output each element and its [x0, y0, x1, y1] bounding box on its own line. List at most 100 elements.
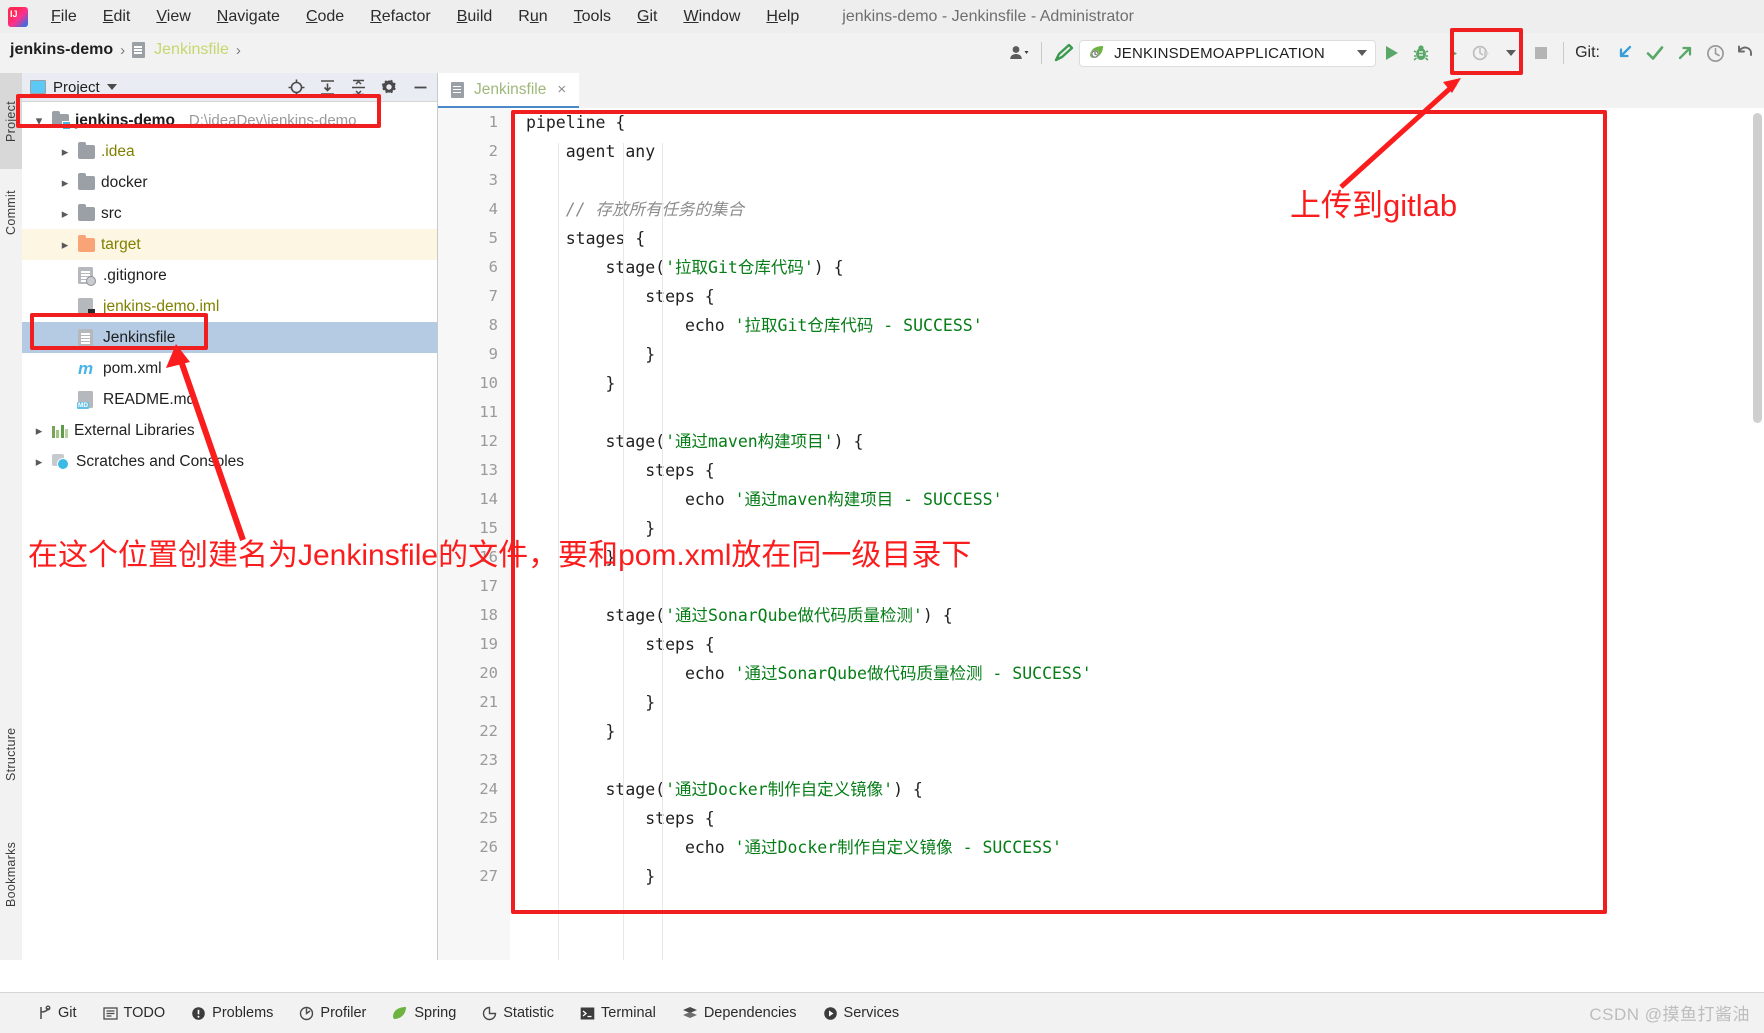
text-file-icon: [451, 81, 464, 98]
status-item-profiler[interactable]: Profiler: [286, 1001, 379, 1025]
menu-item-window[interactable]: Window: [670, 5, 753, 29]
menu-item-navigate[interactable]: Navigate: [204, 5, 293, 29]
sidebar-item-commit[interactable]: Commit: [0, 163, 22, 263]
folder-icon: [78, 141, 95, 159]
git-update-project-button[interactable]: [1610, 38, 1640, 68]
run-configuration-selector[interactable]: JENKINSDEMOAPPLICATION: [1079, 39, 1377, 67]
tree-row-external-libraries[interactable]: ▸ External Libraries: [22, 415, 437, 446]
tree-label-jenkins-demo-iml: jenkins-demo.iml: [103, 297, 220, 315]
gear-icon[interactable]: [380, 78, 398, 96]
menu-item-tools[interactable]: Tools: [561, 5, 624, 29]
collapse-all-icon[interactable]: [349, 78, 367, 96]
menu-item-run[interactable]: Run: [505, 5, 560, 29]
status-item-problems[interactable]: Problems: [178, 1001, 286, 1025]
status-item-todo[interactable]: TODO: [90, 1001, 179, 1025]
sidebar-item-structure[interactable]: Structure: [0, 698, 22, 810]
undo-icon[interactable]: [1730, 38, 1760, 68]
status-item-terminal-label: Terminal: [601, 1005, 656, 1021]
status-item-services[interactable]: Services: [810, 1001, 913, 1025]
chevron-right-icon[interactable]: ▸: [58, 175, 72, 191]
minimize-icon[interactable]: [411, 78, 429, 96]
line-number: 24: [479, 780, 498, 798]
project-tool-window: Project ▾ jenkins-demo D:\ideaDev\jenkin…: [22, 73, 438, 960]
expand-all-icon[interactable]: [318, 78, 336, 96]
tree-row-iml[interactable]: jenkins-demo.iml: [22, 291, 437, 322]
chevron-down-icon[interactable]: [106, 84, 117, 90]
code-line: agent any: [526, 142, 656, 161]
status-item-spring[interactable]: Spring: [379, 1001, 469, 1025]
code-line: echo '拉取Git仓库代码 - SUCCESS': [526, 316, 983, 335]
locate-icon[interactable]: [287, 78, 305, 96]
tree-row-scratches[interactable]: ▸ Scratches and Consoles: [22, 446, 437, 477]
chevron-right-icon[interactable]: ▸: [58, 237, 72, 253]
text-file-icon: [78, 329, 93, 346]
stop-button[interactable]: [1526, 38, 1556, 68]
tree-row-readme[interactable]: README.md: [22, 384, 437, 415]
chevron-right-icon[interactable]: ▸: [32, 423, 46, 439]
sidebar-item-project[interactable]: Project: [0, 73, 22, 169]
scratches-icon: [52, 454, 69, 470]
line-number: 11: [479, 403, 498, 421]
menu-item-refactor[interactable]: Refactor: [357, 5, 443, 29]
status-item-terminal[interactable]: Terminal: [567, 1001, 669, 1025]
tree-row-project-root[interactable]: ▾ jenkins-demo D:\ideaDev\jenkins-demo: [22, 105, 437, 136]
menu-item-file[interactable]: File: [38, 5, 90, 29]
menu-item-build[interactable]: Build: [444, 5, 506, 29]
tree-row-jenkinsfile[interactable]: Jenkinsfile: [22, 322, 437, 353]
line-number: 25: [479, 809, 498, 827]
tree-row-idea[interactable]: ▸ .idea: [22, 136, 437, 167]
tree-label-scratches-and-consoles: Scratches and Consoles: [76, 452, 245, 470]
chevron-down-icon[interactable]: [1357, 50, 1368, 56]
chevron-down-icon[interactable]: ▾: [32, 113, 46, 129]
chevron-down-icon[interactable]: [1496, 38, 1526, 68]
tree-row-src[interactable]: ▸ src: [22, 198, 437, 229]
code-line: stage('拉取Git仓库代码') {: [526, 258, 844, 277]
code-line: }: [526, 722, 616, 741]
sidebar-item-bookmarks[interactable]: Bookmarks: [0, 813, 22, 935]
debug-button[interactable]: [1406, 38, 1436, 68]
history-icon[interactable]: [1700, 38, 1730, 68]
git-commit-button[interactable]: [1640, 38, 1670, 68]
git-push-button[interactable]: [1670, 38, 1700, 68]
toolbar-divider-1: [1041, 42, 1043, 64]
menu-item-code[interactable]: Code: [293, 5, 357, 29]
chevron-right-icon[interactable]: ▸: [58, 206, 72, 222]
profile-button[interactable]: [1466, 38, 1496, 68]
chevron-right-icon[interactable]: ▸: [58, 144, 72, 160]
tree-row-target[interactable]: ▸ target: [22, 229, 437, 260]
code-line: steps {: [526, 461, 715, 480]
editor-scrollbar-thumb[interactable]: [1753, 113, 1762, 423]
close-icon[interactable]: ×: [557, 81, 566, 98]
excluded-folder-icon: [78, 234, 95, 252]
user-avatar-icon[interactable]: [1004, 38, 1034, 68]
status-item-git[interactable]: Git: [24, 1001, 90, 1025]
line-number: 18: [479, 606, 498, 624]
todo-list-icon: [102, 1006, 118, 1020]
run-with-coverage-button[interactable]: [1436, 38, 1466, 68]
breadcrumb-file[interactable]: Jenkinsfile: [154, 41, 229, 59]
tree-label-readme-md: README.md: [103, 390, 196, 408]
project-panel-actions: [287, 78, 437, 96]
menu-item-git[interactable]: Git: [624, 5, 670, 29]
menu-item-edit[interactable]: Edit: [90, 5, 144, 29]
tree-row-pom[interactable]: m pom.xml: [22, 353, 437, 384]
status-item-dependencies[interactable]: Dependencies: [669, 1001, 810, 1025]
run-button[interactable]: [1376, 38, 1406, 68]
menu-item-help[interactable]: Help: [753, 5, 812, 29]
git-branch-icon: [40, 1005, 51, 1019]
line-number: 14: [479, 490, 498, 508]
tree-label-external-libraries: External Libraries: [74, 421, 195, 439]
chevron-right-icon[interactable]: ▸: [32, 454, 46, 470]
code-line: }: [526, 867, 656, 886]
editor-tab-jenkinsfile[interactable]: Jenkinsfile ×: [438, 73, 580, 108]
status-item-statistic[interactable]: Statistic: [469, 1001, 567, 1025]
tree-row-docker[interactable]: ▸ docker: [22, 167, 437, 198]
breadcrumb-project[interactable]: jenkins-demo: [10, 41, 113, 59]
tree-row-gitignore[interactable]: .gitignore: [22, 260, 437, 291]
build-hammer-icon[interactable]: [1049, 38, 1079, 68]
menu-item-view[interactable]: View: [143, 5, 203, 29]
sidebar-item-bookmarks-label: Bookmarks: [4, 841, 18, 907]
